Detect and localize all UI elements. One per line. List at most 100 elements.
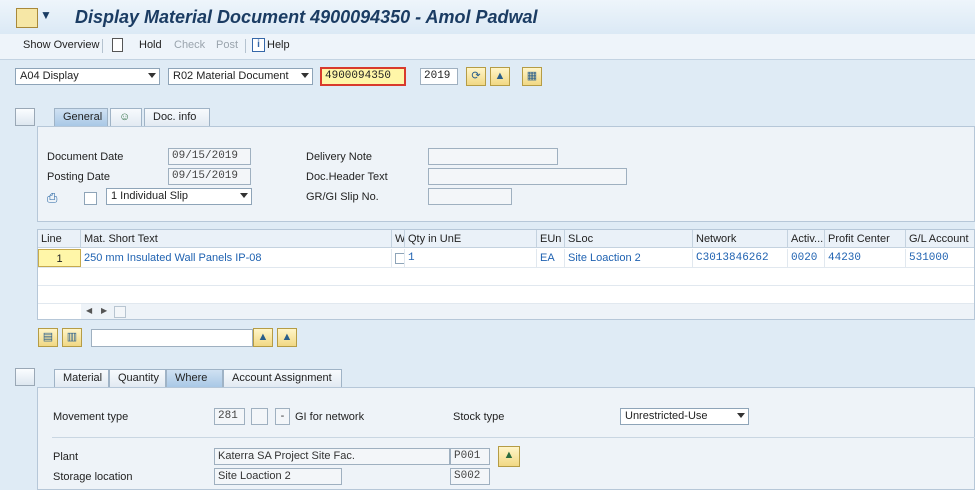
partners-icon: ☺ [119,111,131,123]
delivery-note-field[interactable] [428,148,558,165]
row-eun[interactable]: EA [537,249,565,267]
posting-date-field[interactable]: 09/15/2019 [168,168,251,185]
horizontal-scrollbar[interactable]: ◀ ▶ [81,304,974,319]
posting-date-label: Posting Date [47,171,110,183]
row-material-text[interactable]: 250 mm Insulated Wall Panels IP-08 [81,249,392,267]
scroll-left-icon[interactable]: ◀ [86,306,92,315]
doc-header-text-field[interactable] [428,168,627,185]
calendar-grid-icon[interactable]: ▦ [522,67,542,86]
column-header-line[interactable]: Line [38,230,81,248]
plant-code-field[interactable]: P001 [450,448,490,465]
select-all-icon[interactable]: ▤ [38,328,58,347]
document-number-input[interactable]: 4900094350 [320,67,406,86]
row-network[interactable]: C3013846262 [693,249,788,267]
printer-icon[interactable]: ⎙ [47,190,62,205]
storage-location-code-field[interactable]: S002 [450,468,490,485]
app-menu-arrow-icon[interactable]: ▼ [40,8,52,22]
plant-name-field[interactable]: Katerra SA Project Site Fac. [214,448,450,465]
column-header-eun[interactable]: EUn [537,230,565,248]
tab-doc-info-label: Doc. info [153,111,197,123]
find-icon[interactable]: ▲ [253,328,273,347]
row-qty[interactable]: 1 [405,249,537,267]
reference-select[interactable]: R02 Material Document [168,68,313,85]
chevron-down-icon [148,73,156,78]
row-w-checkbox[interactable] [392,249,405,267]
grgi-slip-field[interactable] [428,188,512,205]
plant-label: Plant [53,451,79,463]
item-search-input[interactable] [91,329,253,347]
row-divider [38,267,974,268]
tab-general-label: General [63,111,103,123]
column-header-profit-center[interactable]: Profit Center [825,230,906,248]
plant-overview-icon[interactable]: ▲ [498,446,520,467]
column-header-activity[interactable]: Activ... [788,230,825,248]
find-next-icon[interactable]: ▲ [277,328,297,347]
stock-type-label: Stock type [453,411,505,423]
column-header-w[interactable]: W [392,230,405,248]
document-year-input[interactable]: 2019 [420,68,458,85]
print-checkbox[interactable] [84,192,97,205]
tab-account-assignment[interactable]: Account Assignment [223,369,342,387]
tab-where[interactable]: Where [166,369,223,387]
window-title: Display Material Document 4900094350 - A… [75,7,538,27]
items-table: Line Mat. Short Text W Qty in UnE EUn SL… [37,229,975,320]
toolbar-separator [245,39,246,53]
help-button[interactable]: Help [267,39,290,51]
section-divider [52,437,975,438]
movement-description: GI for network [295,411,365,423]
row-sloc[interactable]: Site Loaction 2 [565,249,693,267]
tab-doc-info[interactable]: Doc. info [144,108,210,126]
scroll-thumb[interactable] [114,306,126,318]
document-date-field[interactable]: 09/15/2019 [168,148,251,165]
tab-where-label: Where [175,372,208,384]
post-button[interactable]: Post [216,39,238,51]
info-icon[interactable]: i [252,38,265,52]
storage-location-label: Storage location [53,471,133,483]
row-divider [38,285,974,286]
delivery-note-label: Delivery Note [306,151,373,163]
column-header-text[interactable]: Mat. Short Text [81,230,392,248]
show-overview-button[interactable]: Show Overview [23,39,99,51]
deselect-all-icon[interactable]: ▥ [62,328,82,347]
tab-material[interactable]: Material [54,369,109,387]
toolbar-separator [102,39,103,53]
column-header-gl-account[interactable]: G/L Account [906,230,974,248]
row-line-number[interactable]: 1 [38,249,81,267]
document-date-label: Document Date [47,151,124,163]
column-header-sloc[interactable]: SLoc [565,230,693,248]
slip-option-value: 1 Individual Slip [111,190,189,202]
column-header-qty[interactable]: Qty in UnE [405,230,537,248]
stock-type-select[interactable]: Unrestricted-Use [620,408,749,425]
collapse-header-icon[interactable] [15,108,35,126]
tab-quantity[interactable]: Quantity [109,369,166,387]
tab-material-label: Material [63,372,103,384]
row-gl-account[interactable]: 531000 [906,249,974,267]
execute-icon[interactable]: ⟳ [466,67,486,86]
chevron-down-icon [240,193,248,198]
row-activity[interactable]: 0020 [788,249,825,267]
tab-account-assignment-label: Account Assignment [232,372,332,384]
movement-indicator-field[interactable] [251,408,268,425]
check-button[interactable]: Check [174,39,205,51]
grgi-slip-label: GR/GI Slip No. [306,191,379,203]
action-select[interactable]: A04 Display [15,68,160,85]
movement-dash-field[interactable]: - [275,408,290,425]
movement-type-label: Movement type [53,411,129,423]
app-menu-icon[interactable] [16,8,38,28]
chevron-down-icon [301,73,309,78]
scroll-right-icon[interactable]: ▶ [101,306,107,315]
collapse-item-icon[interactable] [15,368,35,386]
find-icon[interactable]: ▲ [490,67,510,86]
column-header-network[interactable]: Network [693,230,788,248]
doc-header-text-label: Doc.Header Text [306,171,388,183]
tab-quantity-label: Quantity [118,372,159,384]
tab-general[interactable]: General [54,108,108,126]
document-icon[interactable] [112,38,123,52]
row-profit-center[interactable]: 44230 [825,249,906,267]
tab-partners[interactable]: ☺ [110,108,142,126]
storage-location-name-field[interactable]: Site Loaction 2 [214,468,342,485]
where-panel [37,387,975,490]
movement-type-field[interactable]: 281 [214,408,245,425]
slip-option-select[interactable]: 1 Individual Slip [106,188,252,205]
hold-button[interactable]: Hold [139,39,162,51]
